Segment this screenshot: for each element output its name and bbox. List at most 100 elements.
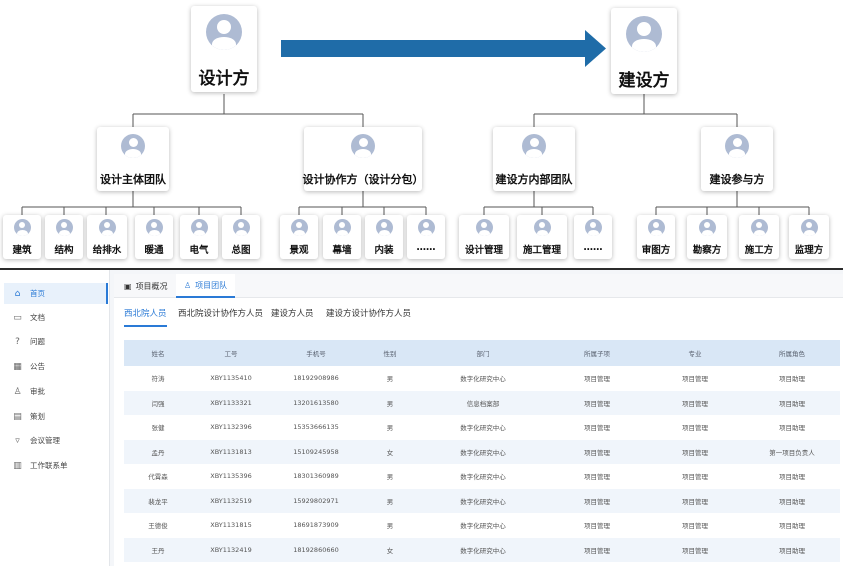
user-icon: ♙ bbox=[184, 280, 192, 290]
table-cell: 项目助理 bbox=[779, 399, 805, 408]
org-leaf-node: 施工管理 bbox=[517, 215, 567, 259]
table-header-cell: 性别 bbox=[383, 350, 397, 358]
sidebar-item-approval[interactable]: ♙ 审批 bbox=[4, 381, 108, 402]
table-cell: 孟丹 bbox=[151, 448, 165, 457]
table-cell: 项目管理 bbox=[584, 375, 610, 384]
table-row[interactable]: 符涛 XBY1135410 18192908986 男 数字化研究中心 项目管理 项目管理 项… bbox=[124, 366, 840, 391]
tab-project-team[interactable]: ♙ 项目团队 bbox=[176, 274, 236, 298]
table-cell: 项目管理 bbox=[682, 546, 708, 555]
table-cell: XBY1131813 bbox=[210, 447, 252, 456]
avatar-icon bbox=[13, 219, 31, 236]
contact-sheet-icon: ▥ bbox=[13, 460, 22, 471]
table-cell: 男 bbox=[386, 375, 394, 384]
org-node-design-partner: 设计协作方（设计分包） bbox=[303, 127, 424, 191]
table-cell: 项目管理 bbox=[682, 522, 708, 531]
table-header-row: 姓名 工号 手机号 性别 部门 所属子项 专业 所属角色 bbox=[124, 340, 840, 366]
subtab-builder-partner-staff[interactable]: 建设方设计协作方人员 bbox=[326, 307, 411, 325]
sidebar-item-label: 审批 bbox=[30, 387, 45, 396]
table-cell: 项目管理 bbox=[584, 546, 610, 555]
table-header-cell: 姓名 bbox=[151, 350, 165, 358]
table-header-cell: 部门 bbox=[476, 350, 490, 358]
sidebar-item-issues[interactable]: ? 问题 bbox=[4, 331, 108, 352]
avatar-icon bbox=[333, 219, 351, 236]
table-header-cell: 工号 bbox=[224, 350, 238, 358]
table-cell: 男 bbox=[386, 424, 394, 433]
tab-label: 项目团队 bbox=[195, 280, 228, 290]
table-cell: 18192860660 bbox=[293, 545, 339, 554]
table-cell: XBY1133321 bbox=[210, 398, 252, 407]
table-cell: 数字化研究中心 bbox=[460, 375, 506, 384]
org-node-design-main-team: 设计主体团队 bbox=[97, 127, 169, 191]
org-leaf-label: 景观 bbox=[289, 245, 309, 256]
sidebar-item-planning[interactable]: ▤ 策划 bbox=[4, 406, 108, 427]
tab-project-overview[interactable]: ▣ 项目概况 bbox=[116, 274, 176, 298]
table-cell: 项目助理 bbox=[779, 424, 805, 433]
table-cell: 男 bbox=[386, 473, 394, 482]
table-cell: XBY1135410 bbox=[210, 374, 252, 383]
table-cell: 张健 bbox=[151, 424, 165, 433]
avatar-icon bbox=[55, 219, 73, 236]
table-cell: 项目助理 bbox=[779, 473, 805, 482]
org-leaf-label: 建筑 bbox=[12, 245, 32, 256]
main-panel: ▣ 项目概况 ♙ 项目团队 西北院人员 西北院设计协作方人员 建设方人员 建设方… bbox=[114, 274, 843, 566]
sidebar-item-label: 公告 bbox=[30, 362, 45, 371]
sidebar-item-label: 策划 bbox=[30, 412, 45, 421]
avatar-icon bbox=[375, 219, 393, 236]
sidebar-item-label: 会议管理 bbox=[30, 436, 60, 445]
sidebar-item-label: 首页 bbox=[30, 289, 45, 298]
table-cell: 项目管理 bbox=[584, 448, 610, 457]
avatar-icon bbox=[698, 219, 716, 236]
sidebar-item-label: 工作联系单 bbox=[30, 461, 68, 470]
org-leaf-node: 设计管理 bbox=[459, 215, 509, 259]
user-approval-icon: ♙ bbox=[13, 386, 22, 397]
org-leaf-label: 结构 bbox=[54, 245, 74, 256]
sidebar-item-documents[interactable]: ▭ 文档 bbox=[4, 307, 108, 328]
subtab-northwest-staff[interactable]: 西北院人员 bbox=[124, 307, 167, 327]
avatar-icon bbox=[522, 134, 546, 158]
table-cell: 项目管理 bbox=[682, 448, 708, 457]
org-leaf-node: 给排水 bbox=[87, 215, 127, 259]
org-leaf-node: 内装 bbox=[365, 215, 403, 259]
avatar-icon bbox=[626, 16, 662, 52]
table-cell: 15109245958 bbox=[293, 447, 339, 456]
table-cell: XBY1132519 bbox=[210, 496, 252, 505]
avatar-icon bbox=[533, 219, 551, 236]
avatar-icon bbox=[800, 219, 818, 236]
sidebar-item-meetings[interactable]: ▿ 会议管理 bbox=[4, 430, 108, 451]
org-leaf-node: 勘察方 bbox=[687, 215, 727, 259]
avatar-icon bbox=[232, 219, 250, 236]
table-cell: 项目管理 bbox=[584, 522, 610, 531]
table-row[interactable]: 闫强 XBY1133321 13201613580 男 信息档案部 项目管理 项目管理 项目助… bbox=[124, 390, 840, 415]
table-cell: 数字化研究中心 bbox=[460, 424, 506, 433]
table-row[interactable]: 裴龙平 XBY1132519 15929802971 男 数字化研究中心 项目管理 项目管理… bbox=[124, 488, 840, 513]
table-row[interactable]: 代霄森 XBY1135396 18301360989 男 数字化研究中心 项目管理 项目管理… bbox=[124, 464, 840, 489]
table-cell: 王德俊 bbox=[148, 522, 168, 531]
sidebar-item-home[interactable]: ⌂ 首页 bbox=[4, 283, 108, 304]
table-row[interactable]: 王德俊 XBY1131815 18691873909 男 数字化研究中心 项目管理 项目管理… bbox=[124, 513, 840, 538]
table-header-cell: 专业 bbox=[688, 350, 702, 358]
table-cell: 符涛 bbox=[151, 375, 165, 384]
table-header-cell: 所属角色 bbox=[779, 350, 805, 358]
org-node-label: 设计主体团队 bbox=[100, 173, 166, 186]
org-leaf-node: 建筑 bbox=[3, 215, 41, 259]
table-cell: 数字化研究中心 bbox=[460, 546, 506, 555]
team-table: 姓名 工号 手机号 性别 部门 所属子项 专业 所属角色 符涛 XBY1135410 1819290… bbox=[124, 340, 840, 562]
table-row[interactable]: 王丹 XBY1132419 18192860660 女 数字化研究中心 项目管理 项目管理 项… bbox=[124, 537, 840, 562]
table-cell: 项目管理 bbox=[682, 473, 708, 482]
table-row[interactable]: 孟丹 XBY1131813 15109245958 女 数字化研究中心 项目管理 项目管理 第… bbox=[124, 439, 840, 464]
table-cell: 代霄森 bbox=[148, 473, 168, 482]
sidebar-item-announcements[interactable]: ▦ 公告 bbox=[4, 356, 108, 377]
subtab-bar: 西北院人员 西北院设计协作方人员 建设方人员 建设方设计协作方人员 bbox=[114, 298, 843, 330]
table-row[interactable]: 张健 XBY1132396 15353666135 男 数字化研究中心 项目管理 项目管理 项… bbox=[124, 415, 840, 440]
org-leaf-label: 总图 bbox=[231, 245, 251, 256]
subtab-builder-staff[interactable]: 建设方人员 bbox=[271, 307, 314, 325]
table-cell: XBY1132396 bbox=[210, 423, 252, 432]
org-leaf-node: …… bbox=[574, 215, 612, 259]
org-node-build-party: 建设方 bbox=[611, 8, 677, 94]
table-cell: 数字化研究中心 bbox=[460, 497, 506, 506]
subtab-northwest-partner-staff[interactable]: 西北院设计协作方人员 bbox=[178, 307, 263, 325]
table-cell: 项目管理 bbox=[584, 473, 610, 482]
org-leaf-node: 暖通 bbox=[135, 215, 173, 259]
avatar-icon bbox=[190, 219, 208, 236]
sidebar-item-contact-sheets[interactable]: ▥ 工作联系单 bbox=[4, 455, 108, 476]
